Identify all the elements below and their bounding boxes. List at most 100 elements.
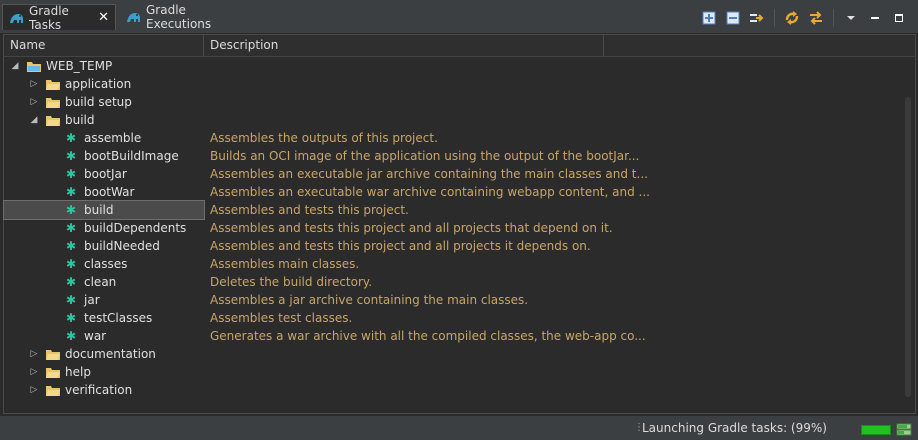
collapsed-arrow-icon[interactable]: ▷ — [29, 367, 39, 377]
task-gear-icon: ✱ — [66, 239, 77, 253]
task-row[interactable]: ✱ bootJar Assembles an executable jar ar… — [4, 165, 899, 183]
task-description: Builds an OCI image of the application u… — [210, 149, 640, 163]
task-row[interactable]: ✱ jar Assembles a jar archive containing… — [4, 291, 899, 309]
expanded-arrow-icon[interactable]: ◢ — [29, 115, 39, 125]
gradle-elephant-icon — [126, 10, 142, 24]
tab-gradle-tasks[interactable]: Gradle Tasks ✕ — [2, 3, 116, 32]
task-name: buildDependents — [84, 221, 187, 235]
link-with-selection-icon[interactable] — [746, 8, 768, 28]
task-row[interactable]: ✱ clean Deletes the build directory. — [4, 273, 899, 291]
task-gear-icon: ✱ — [66, 167, 77, 181]
refresh-icon[interactable] — [781, 8, 803, 28]
tree-node-root[interactable]: ◢ WEB_TEMP — [4, 57, 899, 75]
table-header: Name Description — [4, 35, 915, 57]
task-description: Assembles main classes. — [210, 257, 360, 271]
view-toolbar — [698, 7, 910, 29]
task-gear-icon: ✱ — [66, 275, 77, 289]
tree-node-label: WEB_TEMP — [46, 59, 113, 73]
tree-node-label: build — [65, 113, 95, 127]
tree-node-label: documentation — [65, 347, 156, 361]
tree-node-group[interactable]: ◢ build — [4, 111, 899, 129]
task-name: jar — [84, 293, 100, 307]
task-description: Assembles an executable war archive cont… — [210, 185, 650, 199]
tree-node-label: build setup — [65, 95, 132, 109]
task-name: buildNeeded — [84, 239, 160, 253]
task-row[interactable]: ✱ war Generates a war archive with all t… — [4, 327, 899, 345]
tree-node-group[interactable]: ▷ verification — [4, 381, 899, 399]
tree-node-label: application — [65, 77, 132, 91]
task-description: Assembles and tests this project and all… — [210, 239, 591, 253]
tab-label: Gradle Tasks — [29, 3, 69, 32]
collapse-all-icon[interactable] — [722, 8, 744, 28]
task-gear-icon: ✱ — [66, 329, 77, 343]
task-description: Generates a war archive with all the com… — [210, 329, 646, 343]
task-name: assemble — [84, 131, 142, 145]
task-name: bootBuildImage — [84, 149, 179, 163]
view-tab-bar: Gradle Tasks ✕ Gradle Executions — [0, 0, 918, 34]
tree-node-label: verification — [65, 383, 133, 397]
tree-node-label: help — [65, 365, 91, 379]
task-name: testClasses — [84, 311, 153, 325]
toggle-filter-icon[interactable] — [805, 8, 827, 28]
task-description: Assembles and tests this project. — [210, 203, 409, 217]
collapsed-arrow-icon[interactable]: ▷ — [29, 349, 39, 359]
task-gear-icon: ✱ — [66, 203, 77, 217]
column-header-name[interactable]: Name — [4, 35, 204, 56]
task-description: Deletes the build directory. — [210, 275, 373, 289]
task-row[interactable]: ✱ buildDependents Assembles and tests th… — [4, 219, 899, 237]
tab-label: Gradle Executions — [146, 3, 212, 31]
task-name: war — [84, 329, 107, 343]
task-name: classes — [84, 257, 128, 271]
task-row[interactable]: ✱ classes Assembles main classes. — [4, 255, 899, 273]
task-gear-icon: ✱ — [66, 131, 77, 145]
task-description: Assembles a jar archive containing the m… — [210, 293, 529, 307]
task-gear-icon: ✱ — [66, 149, 77, 163]
gradle-tasks-tree-table: Name Description ◢ WEB_TEMP ▷ applicatio… — [3, 34, 916, 414]
close-icon[interactable]: ✕ — [98, 10, 109, 25]
minimize-icon[interactable] — [864, 8, 886, 28]
task-name: bootWar — [84, 185, 135, 199]
tree-node-group[interactable]: ▷ documentation — [4, 345, 899, 363]
expand-all-icon[interactable] — [698, 8, 720, 28]
task-row[interactable]: ✱ buildNeeded Assembles and tests this p… — [4, 237, 899, 255]
tab-gradle-executions[interactable]: Gradle Executions — [120, 3, 250, 31]
collapsed-arrow-icon[interactable]: ▷ — [29, 385, 39, 395]
column-header-description[interactable]: Description — [204, 35, 604, 56]
tree-node-group[interactable]: ▷ application — [4, 75, 899, 93]
task-row[interactable]: ✱ assemble Assembles the outputs of this… — [4, 129, 899, 147]
scrollbar-thumb[interactable] — [905, 97, 911, 397]
toolbar-separator — [833, 9, 834, 27]
vertical-scrollbar[interactable] — [901, 57, 915, 413]
task-row-selected[interactable]: ✱ build Assembles and tests this project… — [3, 200, 899, 220]
task-name: bootJar — [84, 167, 127, 181]
task-gear-icon: ✱ — [66, 257, 77, 271]
task-description: Assembles test classes. — [210, 311, 353, 325]
maximize-icon[interactable] — [888, 8, 910, 28]
task-description: Assembles the outputs of this project. — [210, 131, 438, 145]
folder-icon — [45, 384, 61, 397]
task-description: Assembles and tests this project and all… — [210, 221, 613, 235]
progress-view-icon[interactable] — [896, 423, 912, 436]
folder-icon — [45, 78, 61, 91]
collapsed-arrow-icon[interactable]: ▷ — [29, 79, 39, 89]
task-gear-icon: ✱ — [66, 311, 77, 325]
progress-fill — [862, 426, 890, 434]
gradle-elephant-icon — [9, 11, 25, 25]
collapsed-arrow-icon[interactable]: ▷ — [29, 97, 39, 107]
tree-node-group[interactable]: ▷ help — [4, 363, 899, 381]
task-name: build — [84, 203, 114, 217]
task-row[interactable]: ✱ bootWar Assembles an executable war ar… — [4, 183, 899, 201]
task-row[interactable]: ✱ bootBuildImage Builds an OCI image of … — [4, 147, 899, 165]
folder-icon — [45, 348, 61, 361]
task-row[interactable]: ✱ testClasses Assembles test classes. — [4, 309, 899, 327]
tree-node-group[interactable]: ▷ build setup — [4, 93, 899, 111]
folder-icon — [45, 114, 61, 127]
folder-icon — [45, 366, 61, 379]
progress-bar[interactable] — [861, 425, 891, 435]
folder-icon — [45, 96, 61, 109]
expanded-arrow-icon[interactable]: ◢ — [10, 61, 20, 71]
task-name: clean — [84, 275, 117, 289]
status-text: Launching Gradle tasks: (99%) — [642, 421, 827, 435]
view-menu-icon[interactable] — [840, 8, 862, 28]
toolbar-separator — [774, 9, 775, 27]
